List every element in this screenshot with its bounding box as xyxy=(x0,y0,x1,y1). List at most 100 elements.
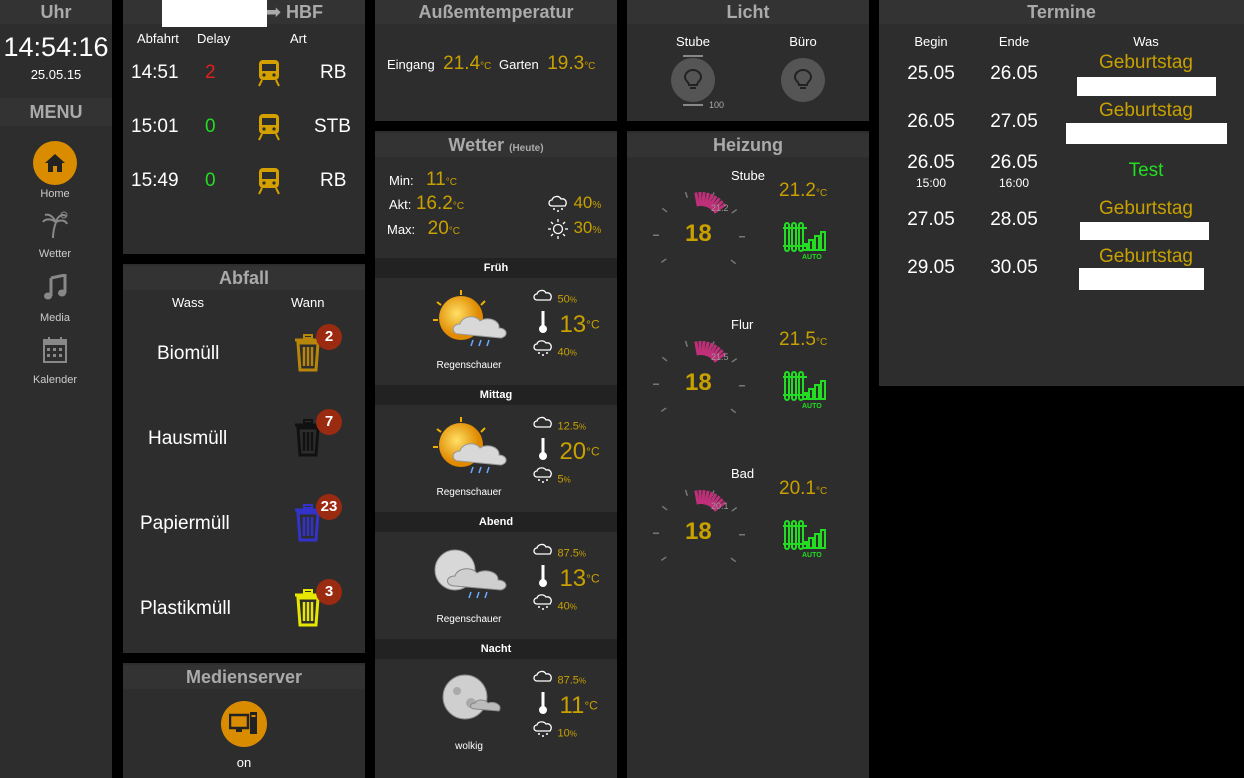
train-type: RB xyxy=(320,170,347,191)
music-note-icon xyxy=(0,273,110,306)
redacted-detail xyxy=(1080,222,1209,240)
menu-item-wetter-label: Wetter xyxy=(38,248,72,260)
outside-title: Außemtemperatur xyxy=(375,0,617,24)
home-icon xyxy=(33,141,77,185)
calendar-icon xyxy=(0,336,110,368)
weather-pct: % xyxy=(563,475,571,485)
weather-min-row: Min: 11°C xyxy=(389,169,457,191)
light-buero-toggle[interactable] xyxy=(781,58,825,102)
rain-cloud-icon xyxy=(548,195,567,212)
weather-period-rain: 40% xyxy=(533,594,577,617)
menu-title: MENU xyxy=(29,102,83,122)
light-stube-label: Stube xyxy=(676,34,710,49)
weather-period-temp-value: 13 xyxy=(559,310,587,338)
clock-time: 14:54:16 xyxy=(3,32,109,62)
train-type: STB xyxy=(314,116,351,137)
cloud-icon xyxy=(533,543,553,562)
weather-period-name: Mittag xyxy=(479,389,513,401)
weather-pct: % xyxy=(578,549,586,559)
heating-room: Bad 20.1 18 20.1°C AUTO xyxy=(627,466,869,606)
media-panel: Medienserver on xyxy=(123,663,365,778)
menu-item-wetter[interactable]: Wetter xyxy=(0,210,110,260)
menu-item-media[interactable]: Media xyxy=(0,273,110,324)
light-stube-level: 100 xyxy=(709,100,725,110)
redacted-detail xyxy=(1077,77,1216,96)
menu-item-home-label: Home xyxy=(40,188,70,200)
train-icon xyxy=(257,58,281,93)
weather-pct: % xyxy=(569,295,577,305)
waste-name: Hausmüll xyxy=(148,428,228,449)
clock-title: Uhr xyxy=(0,0,112,24)
waste-days-badge: 7 xyxy=(316,409,342,435)
light-title: Licht xyxy=(627,0,869,24)
weather-panel: Wetter (Heute) Min: 11°C Akt: 16.2°C Max… xyxy=(375,131,617,778)
heating-unit: °C xyxy=(815,337,828,348)
heating-mode: AUTO xyxy=(802,552,822,559)
outside-value: 19.3 xyxy=(547,53,585,74)
event-row[interactable]: 26.05 26.05 15:00 16:00 Test xyxy=(879,152,1244,196)
weather-period-temp: 11°C xyxy=(537,691,598,720)
weather-rain: 40 xyxy=(573,193,593,212)
weather-period-rain-value: 40 xyxy=(557,346,570,359)
train-row: 14:51 2 RB xyxy=(123,58,365,88)
waste-name: Plastikmüll xyxy=(140,598,231,619)
weather-unit: °C xyxy=(584,698,598,713)
outside-entry-eingang: Eingang 21.4°C xyxy=(387,53,491,75)
event-what: Test xyxy=(1128,160,1164,181)
weather-period-temp: 13°C xyxy=(537,564,600,593)
rain-cloud-icon xyxy=(533,340,553,362)
event-end-time: 16:00 xyxy=(998,176,1030,190)
redacted-detail xyxy=(1079,268,1204,290)
heating-mode: AUTO xyxy=(802,403,822,410)
weather-period-temp: 20°C xyxy=(537,437,600,466)
train-type: RB xyxy=(320,62,347,83)
weather-condition-icon xyxy=(425,288,515,357)
weather-period-rain-value: 10 xyxy=(557,727,570,740)
event-begin: 26.05 xyxy=(907,152,955,173)
weather-period: Regenschauer 12.5% 20°C 5% xyxy=(375,405,617,512)
waste-days-badge: 23 xyxy=(316,494,342,520)
weather-pct: % xyxy=(569,348,577,358)
train-row: 15:49 0 RB xyxy=(123,166,365,196)
media-server-button[interactable] xyxy=(221,701,267,747)
waste-name: Papiermüll xyxy=(140,513,230,534)
heating-actual: 21.2°C xyxy=(779,180,827,202)
events-title: Termine xyxy=(879,0,1244,24)
event-end: 26.05 xyxy=(990,152,1038,173)
waste-panel: Abfall Wass Wann Biomüll 2 Hausmüll 7 Pa… xyxy=(123,264,365,653)
light-stube-dimmer-bar[interactable] xyxy=(683,55,703,57)
waste-days-badge: 3 xyxy=(316,579,342,605)
weather-sun-row: 30% xyxy=(547,218,601,239)
trains-col-delay: Delay xyxy=(197,31,231,46)
weather-period: Regenschauer 50% 13°C 40% xyxy=(375,278,617,385)
weather-period-desc: Regenschauer xyxy=(436,360,502,371)
menu-item-kalender[interactable]: Kalender xyxy=(0,336,110,386)
weather-unit: °C xyxy=(445,177,457,188)
weather-period-header: Abend xyxy=(375,512,617,532)
weather-period-desc: Regenschauer xyxy=(436,487,502,498)
waste-title: Abfall xyxy=(123,266,365,290)
weather-period-rain-value: 40 xyxy=(557,600,570,613)
heating-unit: °C xyxy=(815,486,828,497)
media-status: on xyxy=(236,755,252,770)
light-stube-toggle[interactable] xyxy=(671,58,715,102)
redacted-detail xyxy=(1066,123,1227,144)
cloud-icon xyxy=(533,289,553,308)
cloud-icon xyxy=(533,416,553,435)
bulb-icon xyxy=(683,68,703,89)
light-stube-dimmer-bar[interactable] xyxy=(683,104,703,106)
weather-period-cloud-value: 87.5 xyxy=(557,674,579,687)
menu-header: MENU xyxy=(0,98,112,126)
heating-actual: 21.5°C xyxy=(779,329,827,351)
weather-pct: % xyxy=(569,729,577,739)
weather-title: Wetter xyxy=(448,135,505,155)
weather-condition-icon xyxy=(425,669,515,738)
heating-room: Flur 21.5 18 21.5°C AUTO xyxy=(627,317,869,457)
heating-panel: Heizung Stube 21.2 18 21.2°C AUTO Flur 2… xyxy=(627,131,869,778)
events-col-begin: Begin xyxy=(914,34,948,49)
menu-item-home[interactable]: Home xyxy=(0,141,110,200)
waste-col-when: Wann xyxy=(291,295,325,310)
weather-max-label: Max: xyxy=(387,222,416,237)
weather-period-name: Abend xyxy=(478,516,514,528)
heating-unit: °C xyxy=(815,188,828,199)
